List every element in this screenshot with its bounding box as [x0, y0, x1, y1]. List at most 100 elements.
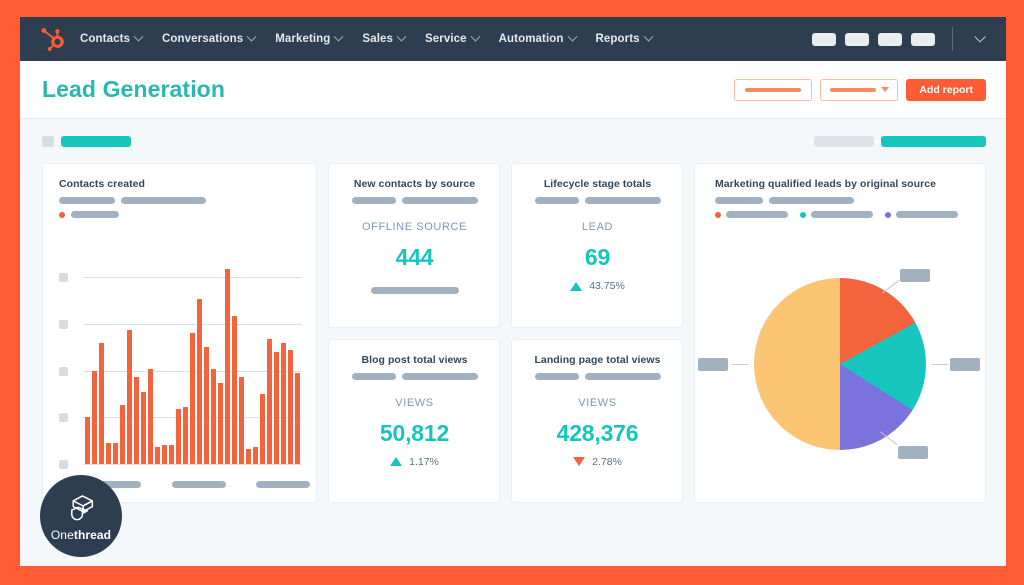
legend-item[interactable]: [800, 211, 873, 218]
bar[interactable]: [182, 406, 189, 464]
bar[interactable]: [112, 442, 119, 464]
nav-utility-chip[interactable]: [812, 32, 836, 46]
bar[interactable]: [140, 391, 147, 464]
bar[interactable]: [161, 444, 168, 464]
pie-slices[interactable]: [754, 278, 926, 450]
bar[interactable]: [175, 408, 182, 464]
bar[interactable]: [280, 343, 286, 464]
placeholder-bar: [584, 372, 661, 380]
card-subtitle-placeholders: [527, 372, 668, 380]
card-title: Contacts created: [59, 178, 145, 190]
legend-item[interactable]: [715, 211, 788, 218]
placeholder-bar: [769, 197, 854, 204]
placeholder-bar: [59, 197, 115, 204]
header-action-dropdown[interactable]: [820, 78, 899, 101]
card-blog-post-total-views: Blog post total views VIEWS 50,812 1.17%: [328, 338, 500, 503]
legend-item[interactable]: [885, 211, 958, 218]
bar[interactable]: [85, 417, 91, 464]
nav-utility-chip[interactable]: [845, 32, 869, 46]
caret-down-icon: [880, 87, 889, 92]
placeholder-bar: [401, 197, 478, 204]
bar[interactable]: [238, 377, 245, 464]
chevron-down-icon[interactable]: [974, 31, 986, 43]
bar[interactable]: [168, 444, 175, 464]
bar[interactable]: [231, 315, 238, 464]
y-axis-tick-placeholder: [59, 320, 68, 330]
add-report-button[interactable]: Add report: [906, 78, 986, 101]
legend-dot-icon: [715, 211, 721, 218]
filter-teal-placeholder[interactable]: [881, 135, 986, 147]
bar[interactable]: [245, 449, 252, 464]
bar[interactable]: [126, 330, 133, 464]
chevron-down-icon: [333, 31, 344, 42]
bar[interactable]: [252, 447, 259, 464]
metric-delta: 43.75%: [527, 280, 668, 292]
bar[interactable]: [217, 383, 224, 464]
bar[interactable]: [273, 351, 279, 464]
placeholder-bar: [534, 197, 579, 204]
filter-chip-placeholder[interactable]: [61, 135, 131, 147]
metric-delta-value: 2.78%: [592, 455, 622, 468]
nav-item-label: Reports: [595, 33, 640, 45]
placeholder-bar: [351, 372, 396, 380]
card-contacts-created: Contacts created: [42, 163, 317, 503]
chart-legend: [59, 211, 302, 218]
card-mql-by-original-source: Marketing qualified leads by original so…: [694, 163, 986, 503]
bar[interactable]: [266, 338, 272, 464]
pie-slice-label: [698, 358, 728, 371]
bar[interactable]: [189, 332, 196, 464]
metric-value: 50,812: [379, 419, 450, 446]
nav-item-label: Contacts: [80, 33, 131, 45]
bar[interactable]: [196, 298, 203, 464]
card-title: New contacts by source: [353, 178, 476, 190]
chevron-down-icon: [567, 31, 577, 42]
placeholder-bar: [351, 197, 396, 204]
nav-item-label: Conversations: [162, 33, 244, 45]
y-axis-tick-placeholder: [59, 366, 68, 376]
bar[interactable]: [147, 368, 154, 464]
bar[interactable]: [119, 404, 126, 464]
bar[interactable]: [224, 268, 231, 464]
filter-gray-placeholder[interactable]: [814, 135, 874, 147]
placeholder-text: [745, 87, 802, 92]
nav-item-contacts[interactable]: Contacts: [80, 31, 144, 45]
chevron-down-icon: [470, 31, 481, 42]
x-axis-label-placeholder: [171, 481, 226, 488]
nav-utility-chip[interactable]: [878, 32, 902, 46]
bar[interactable]: [133, 377, 140, 464]
placeholder-bar: [121, 197, 206, 204]
bar[interactable]: [294, 372, 300, 464]
nav-item-marketing[interactable]: Marketing: [275, 31, 344, 45]
bar[interactable]: [91, 370, 98, 464]
metric-value: 69: [584, 244, 611, 270]
nav-item-sales[interactable]: Sales: [362, 31, 407, 45]
bar[interactable]: [105, 442, 112, 464]
page-header: Lead Generation Add report: [20, 61, 1006, 119]
bar[interactable]: [203, 347, 210, 464]
nav-item-service[interactable]: Service: [425, 31, 481, 45]
hubspot-sprocket-icon[interactable]: [40, 26, 66, 52]
header-action-button-1[interactable]: [734, 78, 813, 101]
bar[interactable]: [98, 343, 105, 464]
nav-item-label: Automation: [498, 33, 564, 45]
gridline: [83, 464, 302, 465]
square-icon[interactable]: [42, 135, 54, 147]
nav-utility-chip[interactable]: [911, 32, 935, 46]
metric-label: OFFLINE SOURCE: [362, 221, 467, 233]
metric-delta-value: 1.17%: [409, 455, 439, 468]
dashboard-grid: Contacts created New contacts by source …: [20, 163, 1006, 503]
nav-item-automation[interactable]: Automation: [498, 31, 577, 45]
bar[interactable]: [287, 349, 293, 464]
nav-item-reports[interactable]: Reports: [595, 31, 654, 45]
placeholder-bar: [584, 197, 661, 204]
filter-bar-left: [42, 135, 131, 147]
nav-item-label: Marketing: [275, 33, 331, 45]
bar[interactable]: [154, 447, 161, 464]
nav-item-conversations[interactable]: Conversations: [162, 31, 257, 45]
placeholder-text: [829, 87, 876, 92]
app-window: Contacts Conversations Marketing Sales S…: [20, 17, 1006, 566]
metric-value: 444: [395, 244, 434, 270]
triangle-up-icon: [390, 457, 403, 466]
bar[interactable]: [259, 394, 265, 464]
bar[interactable]: [210, 368, 217, 464]
